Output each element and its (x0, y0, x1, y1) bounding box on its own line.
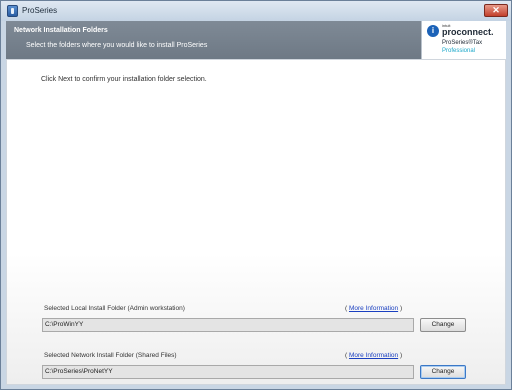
network-more-info-link[interactable]: More Information (349, 352, 398, 359)
logo-brand-text: proconnect. (442, 27, 494, 37)
logo-edition-text: Professional (442, 48, 476, 54)
local-folder-path-field[interactable]: C:\ProWinYY (42, 318, 414, 332)
network-more-info-close: ) (399, 352, 403, 359)
network-folder-change-button[interactable]: Change (420, 365, 466, 379)
intro-text: Click Next to confirm your installation … (41, 76, 207, 83)
local-more-info-link[interactable]: More Information (349, 305, 398, 312)
proseries-app-icon (7, 5, 18, 17)
local-more-info-open: ( (345, 305, 348, 312)
content-area: Click Next to confirm your installation … (6, 59, 506, 385)
network-folder-path-field[interactable]: C:\ProSeries\ProNetYY (42, 365, 414, 379)
close-button[interactable]: ✕ (484, 4, 508, 17)
network-folder-label: Selected Network Install Folder (Shared … (44, 352, 177, 359)
local-folder-label: Selected Local Install Folder (Admin wor… (44, 305, 185, 312)
local-more-info-close: ) (399, 305, 403, 312)
title-bar[interactable]: ProSeries ✕ (1, 1, 511, 21)
intuit-logo-icon: i (427, 25, 439, 37)
network-more-info-open: ( (345, 352, 348, 359)
installer-window: ProSeries ✕ Network Installation Folders… (0, 0, 512, 390)
local-more-info: ( More Information ) (345, 305, 402, 312)
header-subtitle: Select the folders where you would like … (26, 42, 208, 49)
network-more-info: ( More Information ) (345, 352, 402, 359)
proconnect-logo: i intuit proconnect. ProSeries®Tax Profe… (421, 21, 506, 59)
logo-product-text: ProSeries®Tax (442, 40, 483, 46)
window-title: ProSeries (22, 6, 58, 15)
local-folder-change-button[interactable]: Change (420, 318, 466, 332)
header-panel: Network Installation Folders Select the … (6, 21, 506, 59)
header-title: Network Installation Folders (14, 27, 108, 34)
